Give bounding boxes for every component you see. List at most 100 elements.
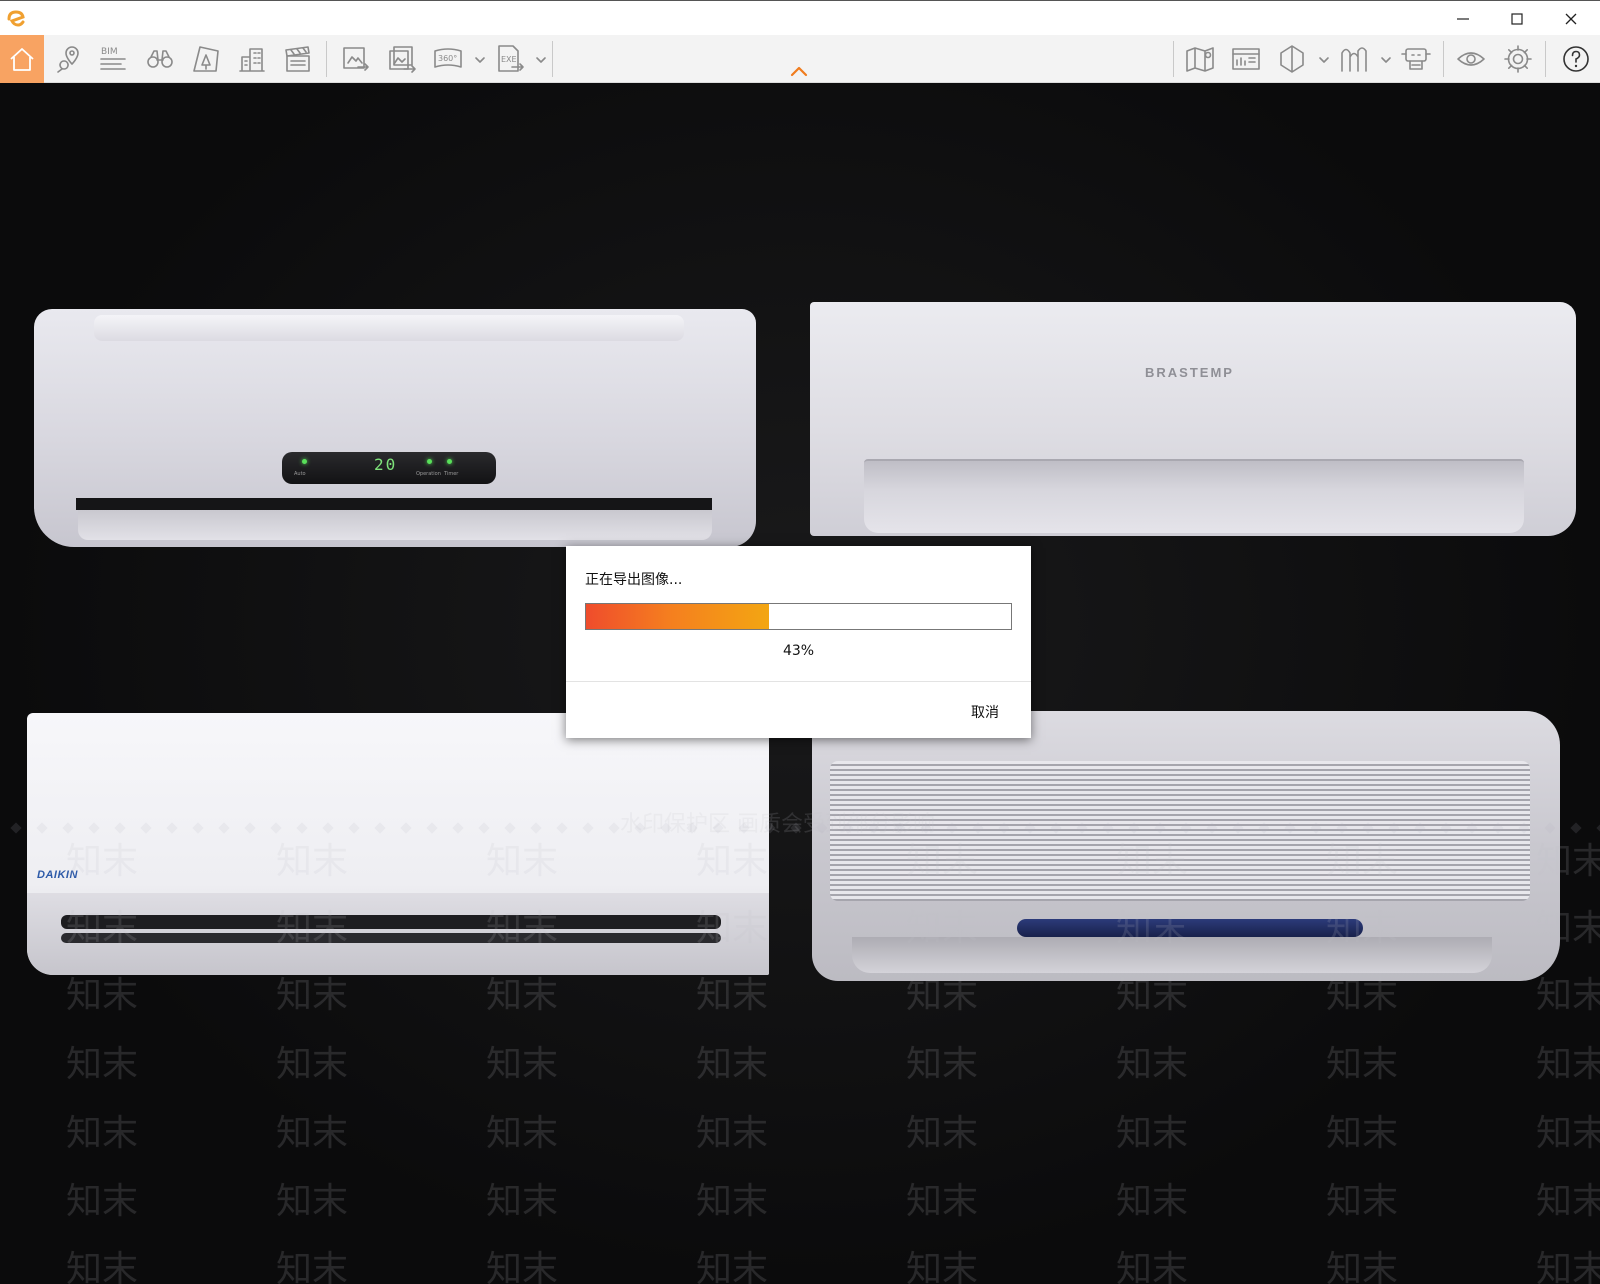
watermark-mark: 知末 — [1116, 975, 1188, 1016]
binoculars-icon — [147, 50, 173, 68]
title-bar — [0, 0, 1600, 35]
sculpture-button[interactable] — [1334, 39, 1374, 79]
watermark-mark: 知末 — [1326, 1181, 1398, 1222]
app-logo-icon — [7, 10, 25, 27]
collapse-toolbar-icon[interactable] — [788, 63, 810, 79]
ac-model-2[interactable]: BRASTEMP — [810, 302, 1576, 536]
robot-icon — [1401, 48, 1431, 70]
watermark-mark: 知末 — [1116, 1113, 1188, 1154]
ac-display-strip — [1017, 919, 1363, 937]
watermark-mark: 知末 — [66, 1249, 138, 1284]
export-exe-icon: EXE — [498, 45, 524, 72]
panorama-360-icon: 360° — [434, 48, 462, 68]
ac-temperature-display: 20 — [374, 455, 398, 474]
visibility-button[interactable] — [1451, 39, 1491, 79]
landscape-button[interactable] — [186, 39, 226, 79]
watermark-mark: 知末 — [696, 1249, 768, 1284]
ac-model-4[interactable] — [812, 711, 1560, 981]
watermark-dot — [1570, 822, 1582, 834]
map-button[interactable] — [1180, 39, 1220, 79]
watermark-mark: 知末 — [66, 975, 138, 1016]
cancel-button[interactable]: 取消 — [963, 698, 1007, 726]
ac-air-slot — [61, 915, 721, 929]
watermark-mark: 知末 — [1536, 1181, 1600, 1222]
toolbar-separator — [1173, 41, 1174, 77]
watermark-dot — [1596, 822, 1600, 834]
buildings-icon — [239, 48, 265, 72]
minimize-button[interactable] — [1436, 1, 1490, 36]
ac-model-3[interactable]: DAIKIN — [27, 713, 769, 975]
help-icon — [1563, 46, 1589, 72]
map-pin-icon — [1186, 47, 1214, 72]
ac-grille — [864, 459, 1524, 533]
watermark-mark: 知末 — [906, 975, 978, 1016]
bim-button[interactable]: BIM — [93, 39, 133, 79]
section-box-icon — [1280, 45, 1304, 73]
maximize-icon — [1511, 12, 1523, 25]
batch-export-button[interactable] — [382, 39, 422, 79]
panorama-button[interactable]: 360° — [428, 39, 468, 79]
binoculars-button[interactable] — [140, 39, 180, 79]
led-indicator — [447, 459, 452, 464]
toolbar-separator — [1545, 41, 1546, 77]
watermark-mark: 知末 — [276, 1044, 348, 1085]
watermark-mark: 知末 — [1116, 1181, 1188, 1222]
dialog-divider — [566, 681, 1031, 682]
clapperboard-icon — [285, 46, 310, 72]
led-indicator — [302, 459, 307, 464]
ac-louvers — [830, 761, 1530, 901]
watermark-dot — [790, 822, 802, 834]
watermark-mark: 知末 — [276, 1181, 348, 1222]
close-button[interactable] — [1544, 1, 1598, 36]
minimize-icon — [1457, 17, 1469, 20]
location-button[interactable] — [48, 39, 88, 79]
robot-button[interactable] — [1396, 39, 1436, 79]
watermark-mark: 知末 — [1536, 1113, 1600, 1154]
watermark-mark: 知末 — [276, 1249, 348, 1284]
animation-button[interactable] — [278, 39, 318, 79]
watermark-mark: 知末 — [1116, 1249, 1188, 1284]
chevron-down-icon[interactable] — [535, 54, 547, 66]
ac-label-ops: Operation Timer — [416, 471, 459, 477]
watermark-mark: 知末 — [696, 975, 768, 1016]
export-image-button[interactable] — [336, 39, 376, 79]
settings-button[interactable] — [1498, 39, 1538, 79]
export-exe-button[interactable]: EXE — [490, 39, 530, 79]
watermark-mark: 知末 — [696, 1181, 768, 1222]
progress-percent: 43% — [782, 643, 815, 659]
watermark-mark: 知末 — [66, 1044, 138, 1085]
section-box-button[interactable] — [1272, 39, 1312, 79]
bim-label: BIM — [101, 47, 118, 57]
watermark-mark: 知末 — [1536, 975, 1600, 1016]
watermark-mark: 知末 — [1326, 1249, 1398, 1284]
buildings-button[interactable] — [232, 39, 272, 79]
export-progress-dialog: 正在导出图像... 43% 取消 — [566, 546, 1031, 738]
ac-label-auto: Auto — [294, 471, 306, 477]
progress-bar-fill — [586, 604, 769, 629]
watermark-mark: 知末 — [276, 975, 348, 1016]
help-button[interactable] — [1556, 39, 1596, 79]
watermark-mark: 知末 — [1326, 975, 1398, 1016]
watermark-mark: 知末 — [486, 1249, 558, 1284]
home-button[interactable] — [0, 35, 44, 83]
close-icon — [1565, 13, 1577, 24]
ac-bottom-flap — [852, 937, 1492, 973]
watermark-mark: 知末 — [696, 1113, 768, 1154]
pano-label: 360° — [438, 54, 457, 63]
landscape-icon — [193, 46, 219, 72]
watermark-mark: 知末 — [276, 1113, 348, 1154]
ac-air-slot — [76, 498, 712, 510]
chevron-down-icon[interactable] — [1318, 54, 1330, 66]
dashboard-button[interactable] — [1226, 39, 1266, 79]
chevron-down-icon[interactable] — [1380, 54, 1392, 66]
dashboard-icon — [1232, 48, 1260, 70]
toolbar-separator — [552, 41, 553, 77]
watermark-mark: 知末 — [906, 1181, 978, 1222]
chevron-down-icon[interactable] — [474, 54, 486, 66]
ac-model-1[interactable]: Auto Operation Timer 20 — [34, 309, 756, 547]
exe-label: EXE — [501, 55, 517, 64]
watermark-mark: 知末 — [696, 1044, 768, 1085]
gear-icon — [1504, 45, 1532, 73]
maximize-button[interactable] — [1490, 1, 1544, 36]
progress-bar — [585, 603, 1012, 630]
